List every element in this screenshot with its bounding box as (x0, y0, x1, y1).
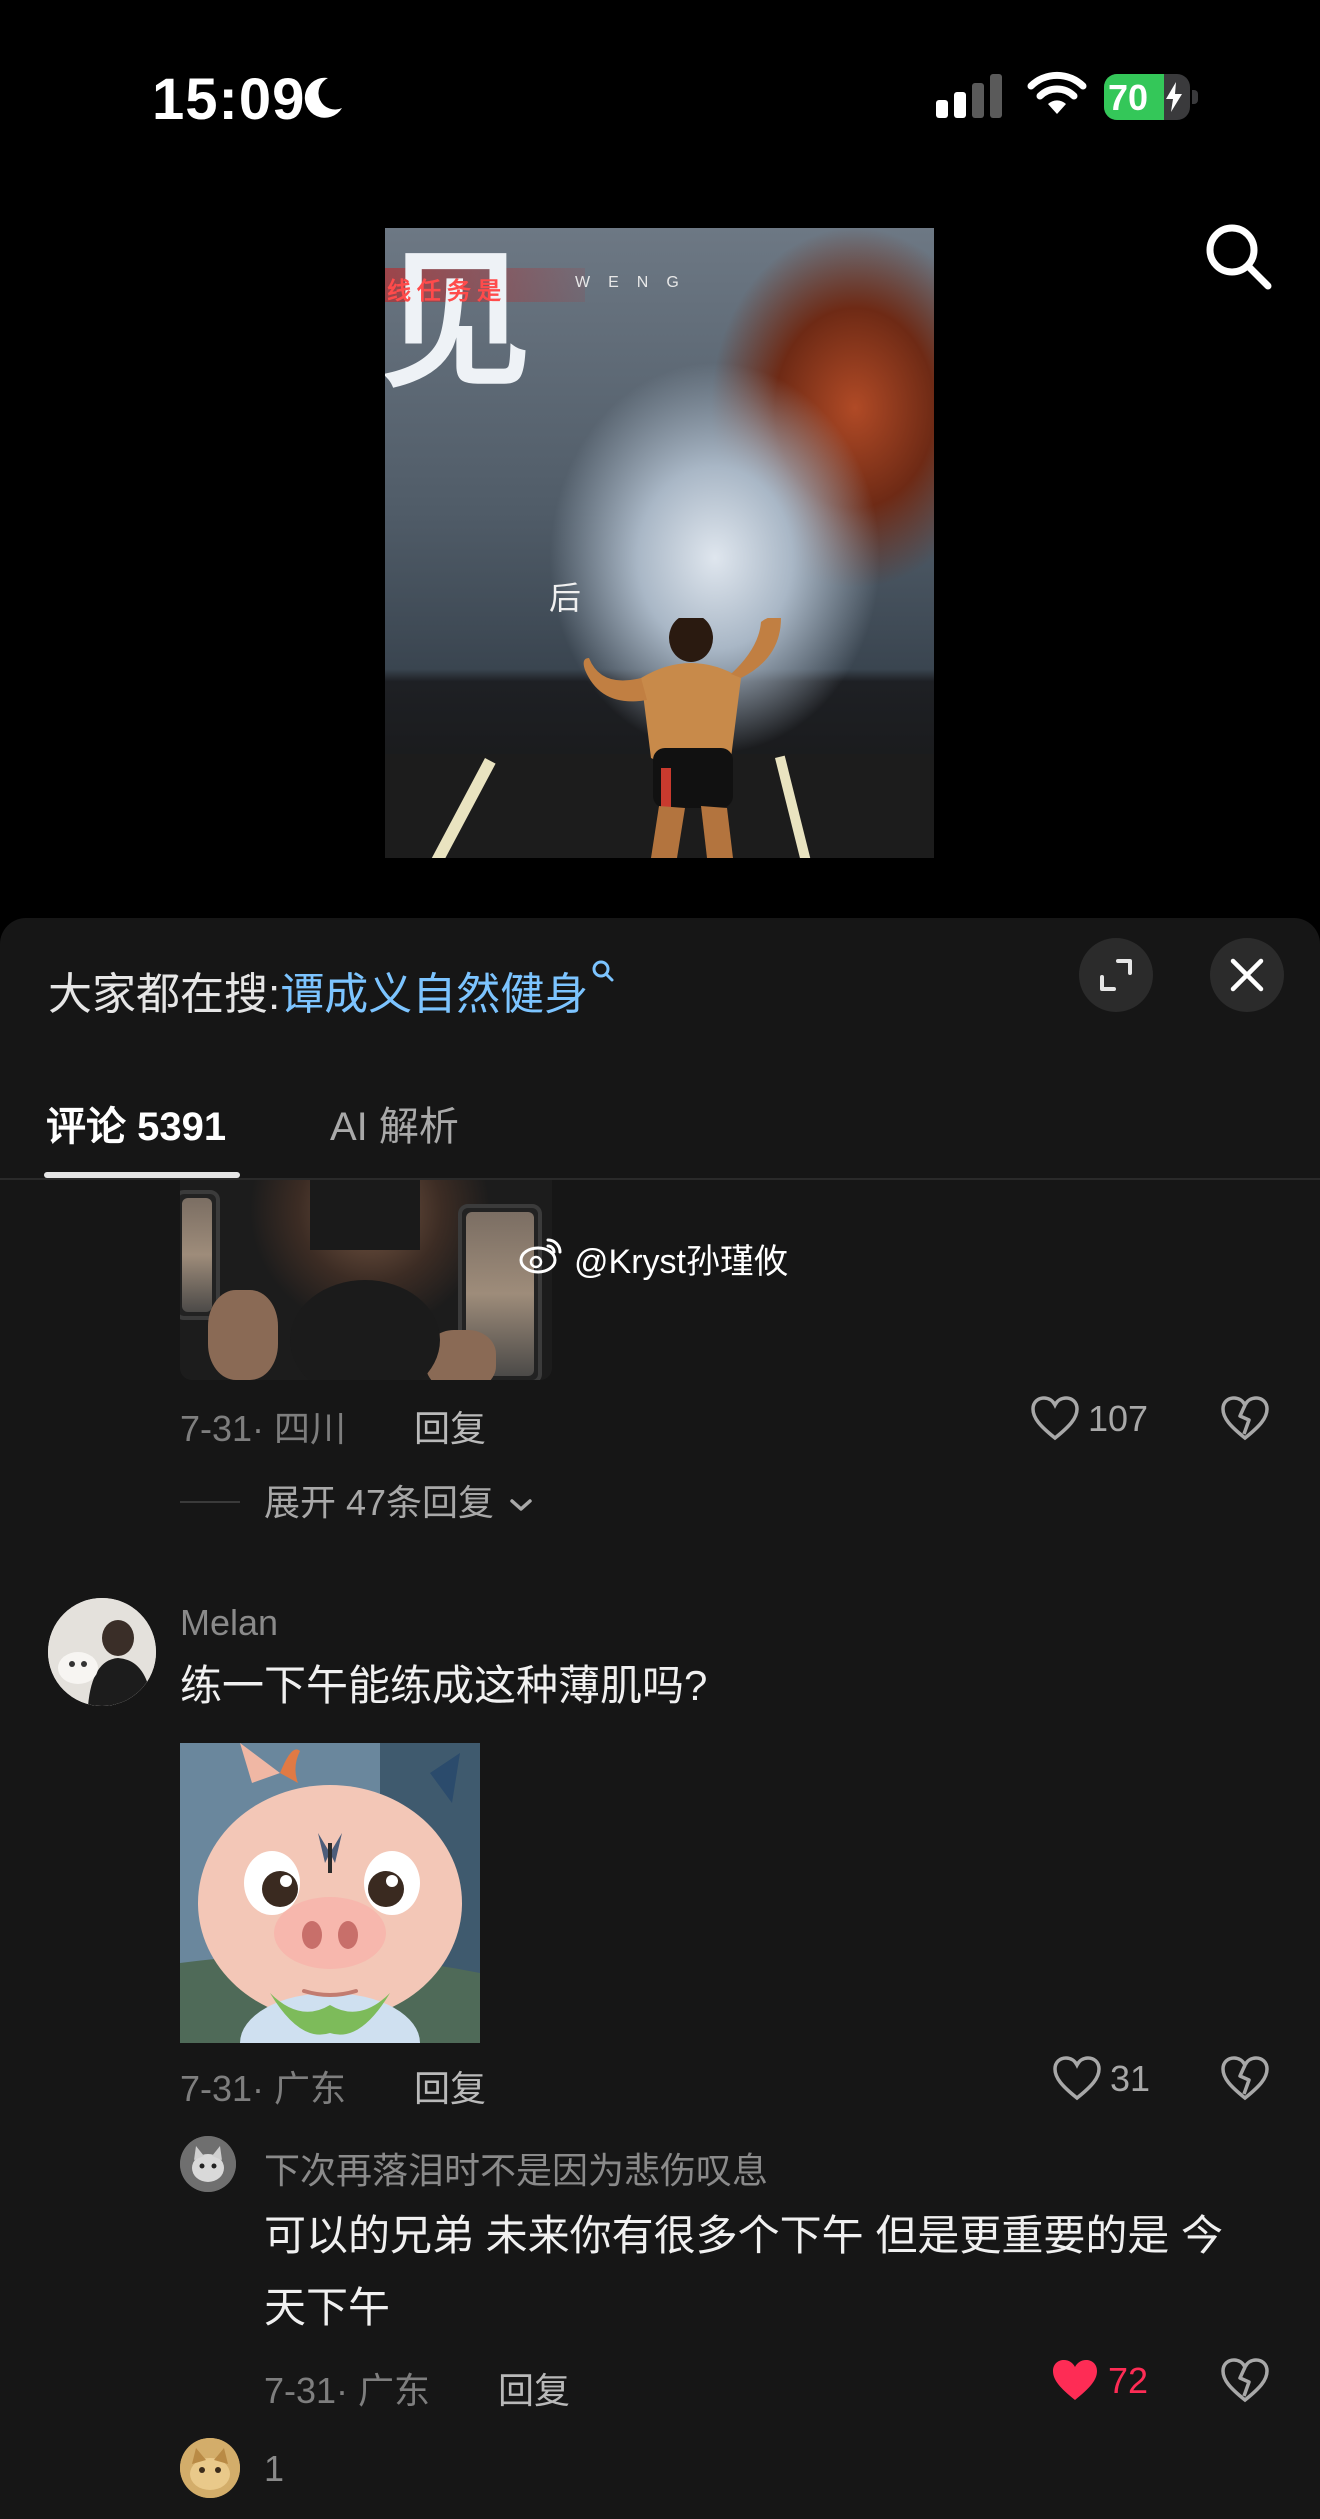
avatar-image (48, 1598, 156, 1706)
bodybuilder-figure (583, 618, 781, 858)
moon-icon (304, 77, 342, 118)
search-icon[interactable] (1200, 218, 1276, 294)
search-suggestion[interactable]: 大家都在搜:谭成义自然健身 (48, 958, 616, 1022)
comment-image[interactable] (180, 1180, 552, 1380)
reply-username[interactable]: 1 (264, 2448, 284, 2490)
avatar[interactable] (48, 1598, 156, 1706)
expand-replies-button[interactable]: 展开 47条回复 (264, 1474, 534, 1526)
search-suggestion-keyword[interactable]: 谭成义自然健身 (280, 970, 588, 1019)
pig-cartoon-image (180, 1743, 480, 2043)
tab-ai-analysis[interactable]: AI 解析 (330, 1094, 459, 1152)
comment-tabs: 评论 5391 AI 解析 (0, 1088, 1320, 1180)
comment-username[interactable]: Melan (180, 1602, 278, 1644)
active-tab-indicator (44, 1172, 240, 1178)
dislike-button[interactable] (1220, 1396, 1270, 1442)
thumbnail-big-text: 见 (385, 233, 532, 409)
thumbnail-red-text: 线任务是 (387, 278, 507, 305)
dislike-button[interactable] (1220, 2056, 1270, 2102)
tab-comments[interactable]: 评论 5391 (46, 1094, 226, 1152)
reply-text-line-1: 可以的兄弟 未来你有很多个下午 但是更重要的是 今 (264, 2212, 1224, 2259)
close-button[interactable] (1210, 938, 1284, 1012)
battery-icon: 70 (1104, 74, 1198, 120)
comment-date-location: 7-31· 四川 (180, 1408, 347, 1449)
expand-replies-label: 展开 47条回复 (264, 1482, 495, 1523)
thumbnail-small-text: 后 (549, 580, 582, 616)
comment-sheet: 大家都在搜:谭成义自然健身 评论 5391 AI 解析 @Kryst孙瑾攸 7-… (0, 918, 1320, 2519)
expand-icon (1100, 959, 1132, 991)
weibo-icon (519, 1238, 562, 1274)
avatar-image (180, 2438, 240, 2498)
small-search-icon (592, 960, 614, 982)
avatar[interactable] (180, 2136, 236, 2192)
comment-text: 练一下午能练成这种薄肌吗? (180, 1662, 708, 1709)
search-suggestion-prefix: 大家都在搜: (48, 970, 281, 1019)
reply-username[interactable]: 下次再落泪时不是因为悲伤叹息 (264, 2142, 768, 2194)
expand-button[interactable] (1079, 938, 1153, 1012)
heart-icon (1031, 1396, 1079, 1441)
like-count: 107 (1088, 1398, 1149, 1439)
chevron-down-icon (510, 1499, 532, 1511)
like-count: 72 (1108, 2360, 1149, 2401)
reply-date-location: 7-31· 广东 (264, 2370, 431, 2411)
heart-icon (1053, 2056, 1101, 2101)
reply-text-line-2: 天下午 (264, 2284, 391, 2331)
reply-button[interactable]: 回复 (498, 2362, 570, 2414)
reply-button[interactable]: 回复 (414, 1400, 486, 1452)
cellular-signal-icon (936, 74, 1002, 118)
avatar-image (180, 2136, 236, 2192)
thumbnail-weng-text: WENG (575, 274, 697, 291)
battery-level: 70 (1108, 77, 1149, 118)
comment-date-location: 7-31· 广东 (180, 2068, 347, 2109)
screen: 15:09 70 见 线任务是 WENG 后 大家都在搜:谭成义自然健身 评论 … (0, 0, 1320, 2519)
close-icon (1230, 958, 1264, 992)
image-watermark: @Kryst孙瑾攸 (574, 1243, 788, 1281)
charging-bolt-icon (1166, 82, 1182, 112)
comment-image[interactable] (180, 1743, 480, 2043)
wifi-icon (1027, 71, 1087, 114)
status-time: 15:09 (152, 67, 306, 132)
status-bar: 15:09 70 (0, 0, 1320, 200)
avatar[interactable] (180, 2438, 240, 2498)
heart-filled-icon (1053, 2360, 1097, 2400)
video-thumbnail[interactable]: 见 线任务是 WENG 后 (385, 228, 934, 858)
reply-button[interactable]: 回复 (414, 2060, 486, 2112)
dislike-button[interactable] (1220, 2358, 1270, 2404)
like-count: 31 (1110, 2058, 1151, 2099)
